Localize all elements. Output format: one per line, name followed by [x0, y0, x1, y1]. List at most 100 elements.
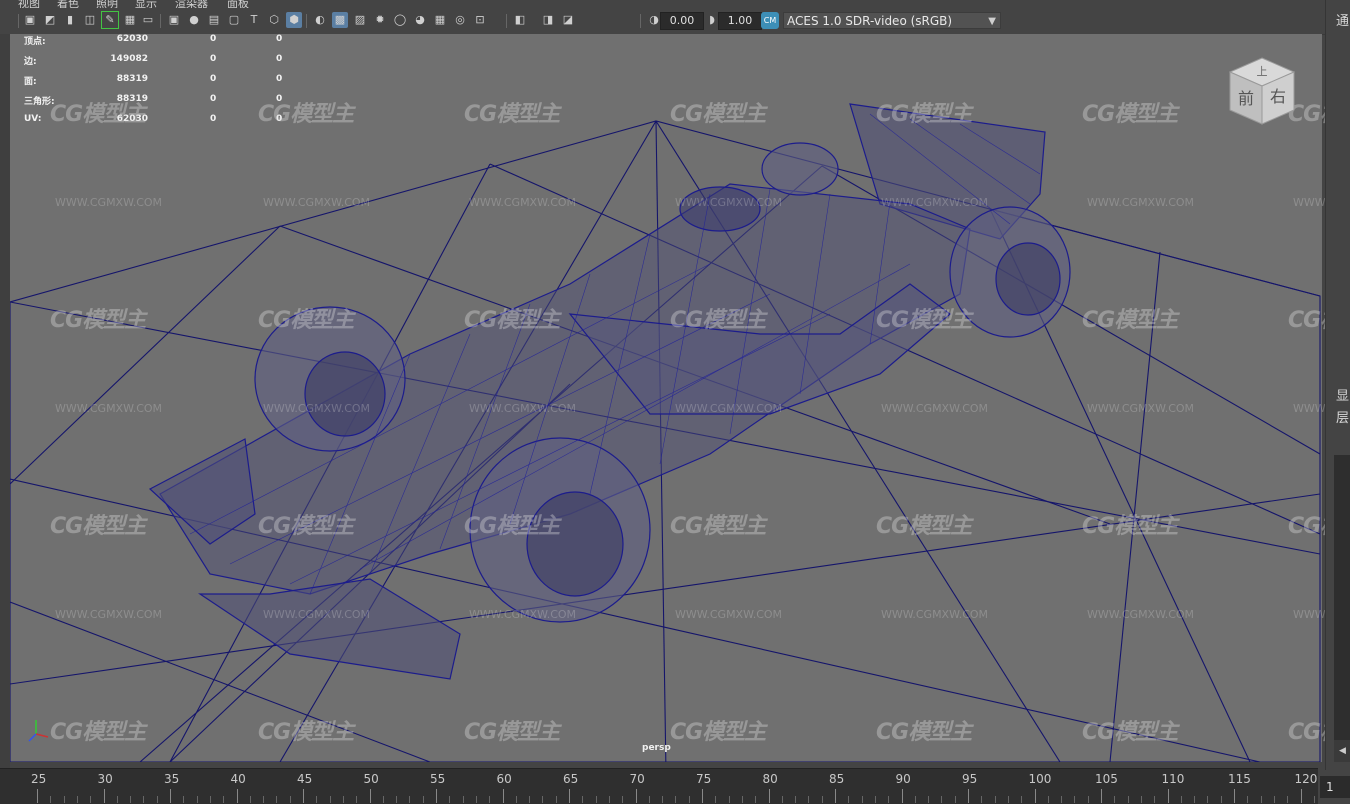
menu-bar: 视图 着色 照明 显示 渲染器 面板 — [0, 0, 1325, 8]
watermark-logo: CG模型主 — [258, 514, 354, 539]
timeline-tick-label: 70 — [629, 772, 645, 786]
resolution-gate-icon[interactable]: ▣ — [166, 12, 182, 28]
watermark-url: WWW.CGMXW.COM — [675, 402, 783, 415]
textured-icon[interactable]: ▩ — [332, 12, 348, 28]
timeline-tick-label: 90 — [895, 772, 911, 786]
watermark-logo: CG模型主 — [50, 102, 146, 127]
xray-active-icon[interactable]: ◪ — [560, 12, 576, 28]
watermark-url: WWW.CGMXW.COM — [55, 402, 163, 415]
timeline-minor-tick — [90, 796, 92, 803]
gamma-field[interactable]: 1.00 — [718, 12, 762, 30]
safe-action-icon[interactable]: ▢ — [226, 12, 242, 28]
axis-gizmo — [28, 720, 49, 742]
timeline-minor-tick — [622, 796, 624, 803]
camera-attributes-icon[interactable]: ◩ — [42, 12, 58, 28]
watermark-url: WWW.CGMXW.COM — [469, 196, 577, 209]
timeline-tick — [835, 789, 836, 803]
depth-of-field-icon[interactable]: ◎ — [452, 12, 468, 28]
image-plane-icon[interactable]: ◫ — [82, 12, 98, 28]
color-management-icon[interactable]: CM — [761, 12, 779, 29]
menu-item-2[interactable]: 照明 — [96, 0, 118, 8]
view-cube-icon[interactable]: 上 前 右 — [1228, 56, 1296, 126]
film-gate-icon[interactable]: ▭ — [140, 12, 156, 28]
watermark-logo: CG模型主 — [1082, 308, 1178, 333]
watermark-url: WWW.CGMXW.COM — [675, 608, 783, 621]
grid-icon[interactable]: ▦ — [122, 12, 138, 28]
camera-select-icon[interactable]: ▣ — [22, 12, 38, 28]
safe-title-icon[interactable]: T — [246, 12, 262, 28]
chevron-down-icon[interactable]: ▼ — [988, 13, 996, 30]
hud-v2: 0 — [210, 34, 217, 44]
timeline-minor-tick — [263, 796, 265, 803]
menu-item-1[interactable]: 着色 — [57, 0, 79, 8]
lights-icon[interactable]: ✹ — [372, 12, 388, 28]
watermark-logo: CG模型主 — [670, 720, 766, 745]
motion-blur-icon[interactable]: ◕ — [412, 12, 428, 28]
view-cube-top-label: 上 — [1257, 65, 1268, 78]
view-cube[interactable]: 上 前 右 — [1228, 56, 1296, 126]
timeline-tick — [635, 789, 637, 803]
right-panel-layer-tab[interactable]: 层 — [1336, 407, 1349, 426]
right-panel-display-tab[interactable]: 显 — [1336, 385, 1349, 404]
time-slider[interactable]: 25 30 35 40 45 50 55 60 65 70 75 80 85 90 95 100 105 110 1… — [0, 768, 1318, 804]
timeline-minor-tick — [1061, 796, 1063, 803]
timeline-minor-tick — [422, 796, 424, 803]
view-transform-dropdown[interactable]: ACES 1.0 SDR-video (sRGB) ▼ — [783, 12, 1001, 29]
antialias-icon[interactable]: ▦ — [432, 12, 448, 28]
watermark-url: WWW.CGMXW.COM — [263, 402, 371, 415]
timeline-minor-tick — [808, 796, 810, 803]
timeline-minor-tick — [981, 796, 983, 803]
watermark-logo: CG模型主 — [1082, 720, 1178, 745]
timeline-minor-tick — [1140, 796, 1142, 803]
timeline-minor-tick — [183, 796, 185, 803]
isolate-select-icon[interactable]: ⊡ — [472, 12, 488, 28]
default-material-icon[interactable]: ◐ — [312, 12, 328, 28]
timeline-minor-tick — [1260, 796, 1262, 803]
bookmark-icon[interactable]: ▮ — [62, 12, 78, 28]
watermark-url: WWW.CGMXW.COM — [469, 402, 577, 415]
shadows-icon[interactable]: ▨ — [352, 12, 368, 28]
menu-item-5[interactable]: 面板 — [227, 0, 249, 8]
watermark-logo: CG模型主 — [1082, 514, 1178, 539]
panel-scroll-arrow[interactable]: ◀ — [1334, 740, 1350, 762]
wireframe-icon[interactable]: ⬡ — [266, 12, 282, 28]
timeline-minor-tick — [888, 796, 890, 803]
field-chart-icon[interactable]: ▤ — [206, 12, 222, 28]
menu-item-3[interactable]: 显示 — [135, 0, 157, 8]
timeline-tick — [569, 789, 570, 803]
menu-item-0[interactable]: 视图 — [18, 0, 40, 8]
timeline-minor-tick — [276, 796, 278, 803]
perspective-viewport[interactable] — [10, 34, 1322, 762]
timeline-tick-label: 120 — [1294, 772, 1318, 786]
ambient-occlusion-icon[interactable]: ◯ — [392, 12, 408, 28]
camera-name-label: persp — [642, 743, 671, 753]
menu-item-4[interactable]: 渲染器 — [175, 0, 208, 8]
timeline-minor-tick — [529, 796, 531, 803]
watermark-logo: CG模型主 — [876, 308, 972, 333]
timeline-minor-tick — [1273, 796, 1275, 803]
exposure-field[interactable]: 0.00 — [660, 12, 704, 30]
timeline-tick-label: 50 — [363, 772, 379, 786]
layer-list[interactable] — [1334, 455, 1350, 745]
xray-icon[interactable]: ◧ — [512, 12, 528, 28]
timeline-minor-tick — [662, 796, 664, 803]
watermark-url: WWW.CGMXW.COM — [1087, 608, 1195, 621]
grease-pencil-icon[interactable]: ✎ — [101, 11, 119, 29]
timeline-minor-tick — [941, 796, 943, 803]
xray-joints-icon[interactable]: ◨ — [540, 12, 556, 28]
watermark-logo: CG模型主 — [258, 102, 354, 127]
current-frame-field[interactable]: 1 — [1320, 776, 1350, 798]
watermark-logo: CG模型主 — [670, 514, 766, 539]
smooth-shade-icon[interactable]: ⬢ — [286, 12, 302, 28]
watermark-logo: CG模型主 — [464, 308, 560, 333]
watermark-logo: CG模型主 — [258, 720, 354, 745]
watermark-logo: CG模型主 — [876, 102, 972, 127]
timeline-minor-tick — [1207, 796, 1209, 803]
timeline-tick — [103, 789, 105, 803]
timeline-minor-tick — [595, 796, 597, 803]
timeline-minor-tick — [409, 796, 411, 803]
watermark-url: WWW.CGMXW.COM — [55, 196, 163, 209]
gate-mask-icon[interactable]: ● — [186, 12, 202, 28]
hud-row: 顶点: 62030 0 0 — [14, 34, 284, 48]
timeline-tick — [170, 789, 171, 803]
